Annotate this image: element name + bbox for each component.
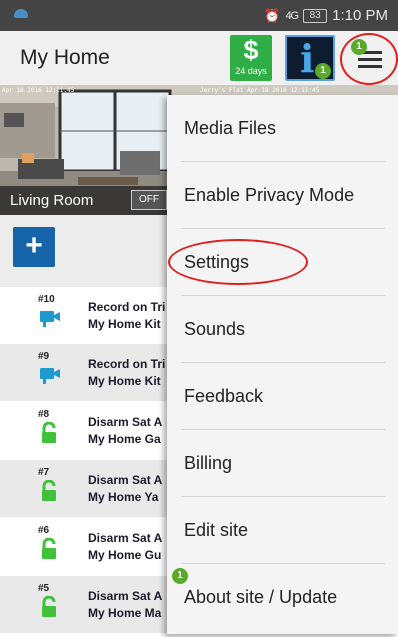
event-subtitle: My Home Ma <box>88 606 162 620</box>
event-subtitle: My Home Ya <box>88 490 159 504</box>
event-title: Disarm Sat A <box>88 589 163 603</box>
unlocked-padlock-icon <box>39 595 61 618</box>
menu-item-feedback[interactable]: Feedback <box>167 363 398 430</box>
menu-item-about-site-update[interactable]: About site / Update 1 <box>167 564 398 631</box>
event-title: Disarm Sat A <box>88 473 163 487</box>
event-number: #8 <box>38 409 50 420</box>
status-bar: ⏰ 4G 83 1:10 PM <box>0 0 398 31</box>
event-number: #5 <box>38 583 50 594</box>
info-icon: i <box>300 36 315 81</box>
menu-item-edit-site[interactable]: Edit site <box>167 497 398 564</box>
event-title: Disarm Sat A <box>88 415 163 429</box>
unlocked-padlock-icon <box>39 479 61 502</box>
video-camera-icon <box>39 364 61 386</box>
battery-indicator: 83 <box>303 8 328 23</box>
dollar-icon: $ <box>243 35 259 65</box>
event-subtitle: My Home Ga <box>88 432 161 446</box>
clock-time: 1:10 PM <box>332 7 388 24</box>
menu-item-label: About site / Update <box>184 587 338 607</box>
video-camera-icon <box>39 307 61 329</box>
event-number: #10 <box>38 294 55 305</box>
event-subtitle: My Home Kit <box>88 374 161 388</box>
menu-item-label: Billing <box>184 453 233 473</box>
app-header: My Home $ 24 days i 1 1 <box>0 31 398 85</box>
add-button[interactable]: + <box>13 227 55 267</box>
event-number: #6 <box>38 525 50 536</box>
billing-days-button[interactable]: $ 24 days <box>230 35 272 81</box>
info-button[interactable]: i 1 <box>285 35 335 81</box>
menu-highlight-circle <box>340 33 398 85</box>
cloud-app-icon <box>14 9 28 18</box>
menu-item-label: Sounds <box>184 319 246 339</box>
event-title: Record on Tri <box>88 357 166 371</box>
event-number: #7 <box>38 467 50 478</box>
unlocked-padlock-icon <box>39 537 61 560</box>
event-number: #9 <box>38 351 50 362</box>
menu-item-label: Feedback <box>184 386 264 406</box>
menu-item-label: Enable Privacy Mode <box>184 185 355 205</box>
info-notification-badge: 1 <box>315 63 331 79</box>
alarm-clock-icon: ⏰ <box>264 7 281 23</box>
menu-item-enable-privacy-mode[interactable]: Enable Privacy Mode <box>167 162 398 229</box>
menu-item-billing[interactable]: Billing <box>167 430 398 497</box>
menu-item-badge: 1 <box>172 568 188 584</box>
camera-timestamp-1: Apr 18 2016 12:11:45 <box>2 87 75 94</box>
unlocked-padlock-icon <box>39 421 61 444</box>
event-title: Record on Tri <box>88 300 166 314</box>
menu-item-label: Media Files <box>184 118 277 138</box>
event-subtitle: My Home Kit <box>88 317 161 331</box>
menu-item-sounds[interactable]: Sounds <box>167 296 398 363</box>
event-subtitle: My Home Gu <box>88 548 162 562</box>
menu-item-label: Edit site <box>184 520 249 540</box>
menu-item-media-files[interactable]: Media Files <box>167 95 398 162</box>
camera-timestamp-2: Jerry's Flat Apr 18 2016 12:11:45 <box>200 87 320 94</box>
settings-highlight-circle <box>168 239 308 285</box>
signal-strength-indicator: 4G <box>285 9 299 22</box>
billing-days-label: 24 days <box>235 66 267 76</box>
camera-off-toggle[interactable]: OFF <box>131 190 167 210</box>
status-bar-right: ⏰ 4G 83 1:10 PM <box>264 7 388 24</box>
page-title: My Home <box>20 46 110 69</box>
camera-room-label: Living Room <box>10 192 94 209</box>
overflow-menu: Media Files Enable Privacy Mode Settings So… <box>167 95 398 634</box>
event-title: Disarm Sat A <box>88 531 163 545</box>
